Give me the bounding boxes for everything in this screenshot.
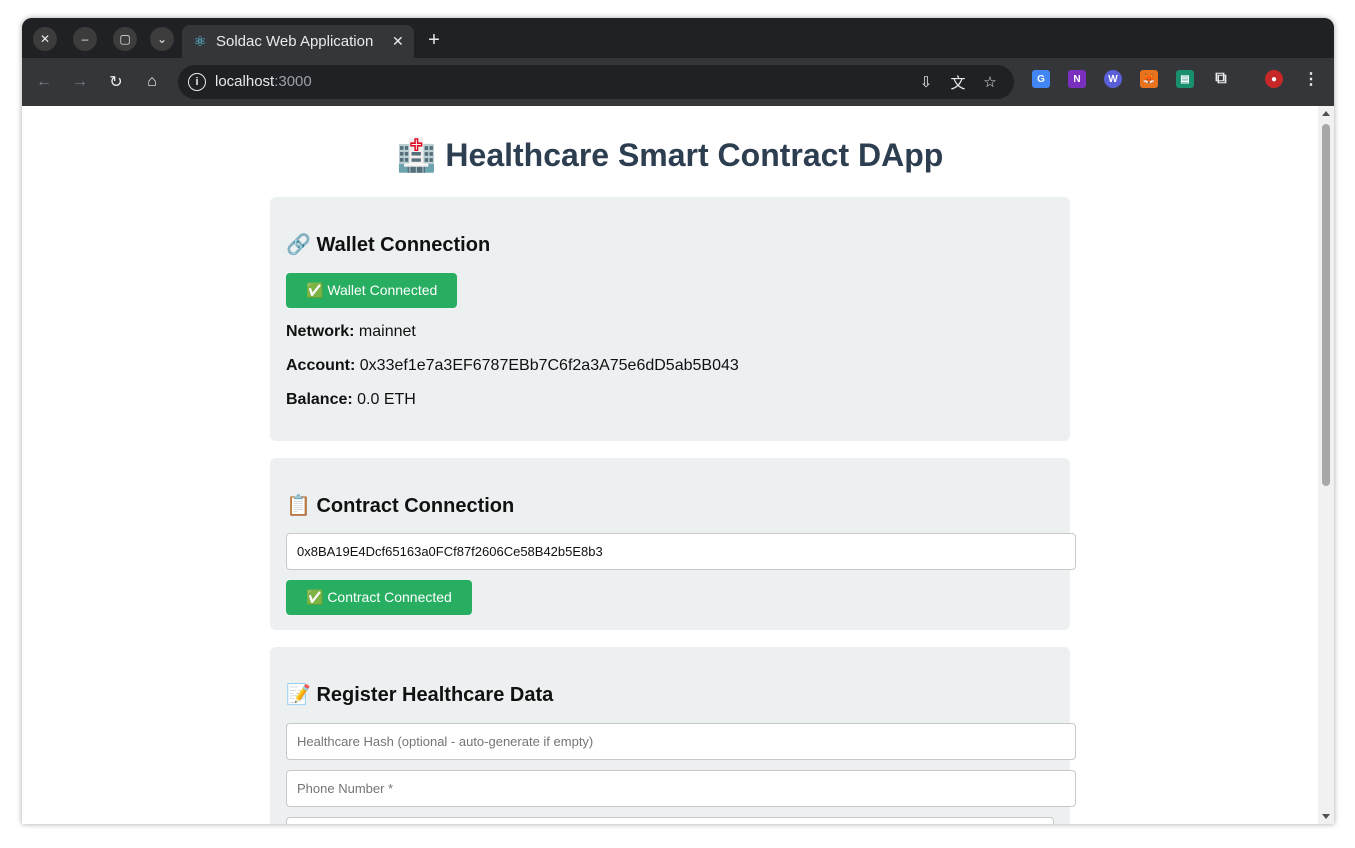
profile-avatar[interactable]: ●	[1265, 70, 1283, 88]
forward-arrow-icon[interactable]: →	[68, 70, 92, 94]
network-line: Network: mainnet	[286, 323, 416, 341]
account-line: Account: 0x33ef1e7a3EF6787EBb7C6f2a3A75e…	[286, 357, 739, 375]
bookmark-star-icon[interactable]: ☆	[980, 72, 1000, 92]
react-icon: ⚛	[193, 33, 207, 49]
next-form-field[interactable]	[286, 817, 1054, 824]
tab-close-icon[interactable]: ✕	[392, 33, 404, 50]
wallet-connection-card: 🔗 Wallet Connection ✅ Wallet Connected N…	[270, 197, 1070, 441]
metamask-fox-icon[interactable]: 🦊	[1140, 70, 1158, 88]
tab-search-chevron-icon[interactable]: ⌄	[150, 27, 174, 51]
balance-value: 0.0 ETH	[357, 391, 416, 408]
google-translate-extension-icon[interactable]: G	[1032, 70, 1050, 88]
address-bar[interactable]: i localhost:3000 ⇩ 文 ☆	[178, 65, 1014, 99]
translate-icon[interactable]: 文	[948, 72, 968, 92]
url-text[interactable]: localhost:3000	[215, 73, 312, 90]
register-heading: 📝 Register Healthcare Data	[286, 684, 554, 706]
install-app-icon[interactable]: ⇩	[916, 72, 936, 92]
new-tab-icon[interactable]: +	[422, 28, 446, 52]
maximize-window-icon[interactable]: ▢	[113, 27, 137, 51]
home-icon[interactable]: ⌂	[140, 70, 164, 94]
balance-line: Balance: 0.0 ETH	[286, 391, 416, 409]
browser-toolbar: ← → ↻ ⌂ i localhost:3000 ⇩ 文 ☆	[22, 58, 1334, 106]
extensions-puzzle-icon[interactable]: ⧉	[1212, 70, 1230, 88]
balance-label: Balance:	[286, 391, 353, 408]
site-info-icon[interactable]: i	[188, 73, 206, 91]
page-scrollbar[interactable]	[1318, 106, 1334, 824]
tab-title: Soldac Web Application	[216, 33, 374, 50]
contract-connection-card: 📋 Contract Connection ✅ Contract Connect…	[270, 458, 1076, 630]
card-extension-icon[interactable]: ▤	[1176, 70, 1194, 88]
account-label: Account:	[286, 357, 356, 374]
network-value: mainnet	[358, 323, 416, 340]
page-title: 🏥 Healthcare Smart Contract DApp	[396, 137, 944, 173]
phone-number-input[interactable]	[286, 770, 1076, 807]
healthcare-hash-input[interactable]	[286, 723, 1076, 760]
onenote-extension-icon[interactable]: N	[1068, 70, 1086, 88]
web3-extension-icon[interactable]: W	[1104, 70, 1122, 88]
minimize-window-icon[interactable]: –	[73, 27, 97, 51]
scroll-thumb[interactable]	[1322, 124, 1330, 486]
back-arrow-icon[interactable]: ←	[32, 70, 56, 94]
contract-connected-button[interactable]: ✅ Contract Connected	[286, 580, 472, 615]
reload-icon[interactable]: ↻	[104, 70, 128, 94]
contract-heading: 📋 Contract Connection	[286, 495, 515, 517]
network-label: Network:	[286, 323, 355, 340]
tab-strip: ✕ – ▢ ⌄ ⚛ Soldac Web Application ✕ +	[22, 18, 1334, 58]
browser-window: ✕ – ▢ ⌄ ⚛ Soldac Web Application ✕ + ← →…	[22, 18, 1334, 824]
scroll-down-arrow-icon[interactable]	[1322, 814, 1330, 819]
page-viewport: 🏥 Healthcare Smart Contract DApp 🔗 Walle…	[22, 106, 1318, 824]
url-port: :3000	[274, 73, 312, 90]
menu-kebab-icon[interactable]: ⋮	[1302, 70, 1320, 88]
wallet-heading: 🔗 Wallet Connection	[286, 234, 491, 256]
browser-tab[interactable]: ⚛ Soldac Web Application ✕	[182, 25, 414, 58]
url-host: localhost	[215, 73, 275, 90]
contract-address-input[interactable]	[286, 533, 1076, 570]
close-window-icon[interactable]: ✕	[33, 27, 57, 51]
wallet-connected-button[interactable]: ✅ Wallet Connected	[286, 273, 458, 308]
account-value: 0x33ef1e7a3EF6787EBb7C6f2a3A75e6dD5ab5B0…	[359, 357, 739, 374]
register-healthcare-card: 📝 Register Healthcare Data	[270, 647, 1076, 824]
scroll-up-arrow-icon[interactable]	[1322, 111, 1330, 116]
